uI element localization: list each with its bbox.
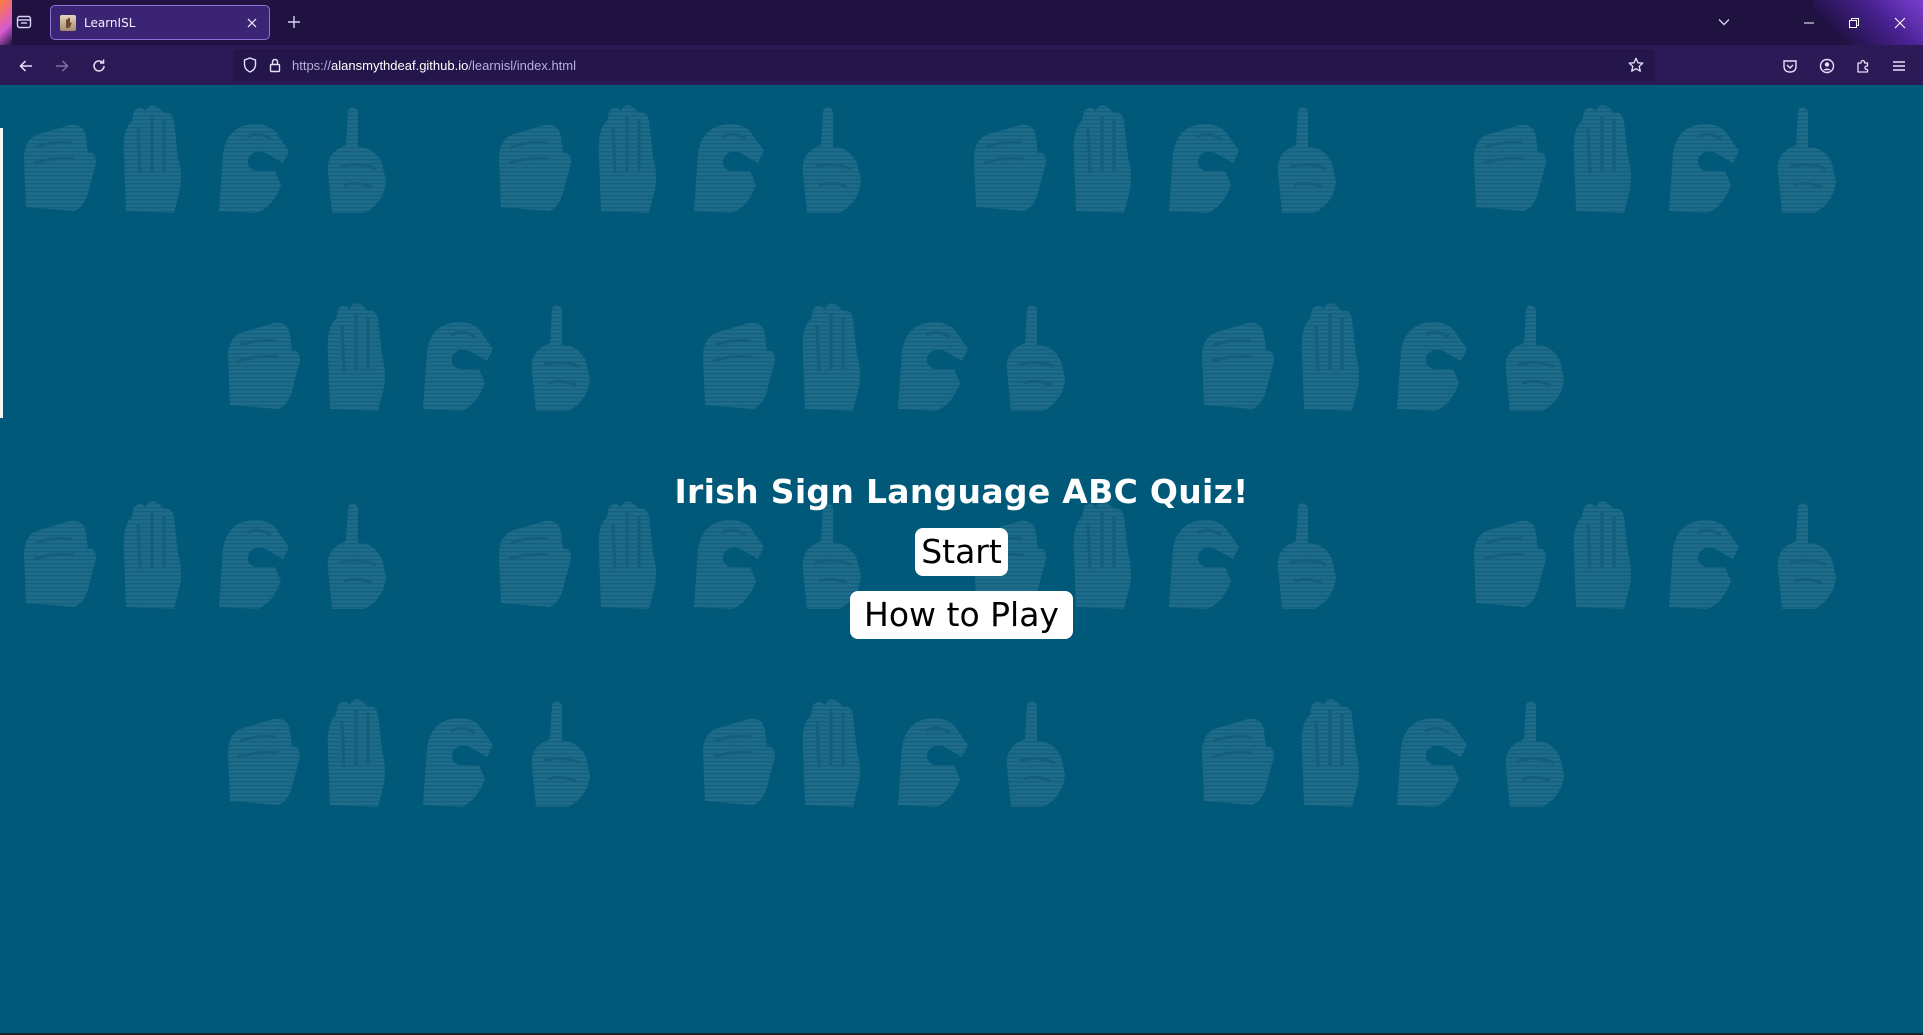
back-button[interactable] bbox=[12, 52, 40, 80]
pocket-icon bbox=[1783, 60, 1797, 73]
plus-icon bbox=[288, 16, 300, 28]
page-title: Irish Sign Language ABC Quiz! bbox=[674, 472, 1249, 511]
tab-strip: LearnISL bbox=[0, 0, 1923, 45]
list-all-tabs-button[interactable] bbox=[1712, 10, 1736, 34]
restore-icon bbox=[1849, 17, 1859, 28]
extensions-icon bbox=[1857, 59, 1869, 73]
bookmark-star-button[interactable] bbox=[1625, 54, 1647, 76]
arrow-right-icon bbox=[56, 60, 69, 72]
tab-learnisl[interactable]: LearnISL bbox=[50, 5, 270, 40]
shield-icon[interactable] bbox=[239, 54, 261, 76]
navigation-toolbar: https://alansmythdeaf.github.io/learnisl… bbox=[0, 45, 1923, 85]
arrow-left-icon bbox=[19, 60, 32, 72]
extensions-button[interactable] bbox=[1849, 52, 1877, 80]
menu-button[interactable] bbox=[1885, 52, 1913, 80]
star-icon bbox=[1628, 57, 1644, 72]
close-window-button[interactable] bbox=[1877, 0, 1923, 45]
url-text[interactable]: https://alansmythdeaf.github.io/learnisl… bbox=[292, 58, 576, 73]
browser-window: LearnISL https://alansmythdeaf.github.io… bbox=[0, 0, 1923, 1035]
url-host: alansmythdeaf.github.io bbox=[331, 57, 469, 73]
tab-title: LearnISL bbox=[84, 15, 136, 30]
lock-icon[interactable] bbox=[264, 54, 286, 76]
account-icon bbox=[1819, 58, 1835, 74]
close-icon bbox=[1894, 17, 1906, 28]
reload-button[interactable] bbox=[85, 52, 113, 80]
chevron-down-icon bbox=[1718, 19, 1730, 26]
address-bar[interactable]: https://alansmythdeaf.github.io/learnisl… bbox=[233, 49, 1655, 81]
close-icon[interactable] bbox=[241, 12, 263, 34]
reload-icon bbox=[93, 59, 105, 72]
firefox-view-icon bbox=[16, 15, 32, 29]
page-content: Irish Sign Language ABC Quiz! Start How … bbox=[0, 85, 1923, 1035]
url-path: /learnisl/index.html bbox=[468, 57, 576, 73]
pocket-button[interactable] bbox=[1776, 52, 1804, 80]
minimize-icon bbox=[1804, 22, 1814, 23]
minimize-button[interactable] bbox=[1786, 0, 1832, 45]
how-to-play-button[interactable]: How to Play bbox=[850, 591, 1073, 639]
quiz-menu: Irish Sign Language ABC Quiz! Start How … bbox=[0, 470, 1923, 639]
account-button[interactable] bbox=[1813, 52, 1841, 80]
window-left-border bbox=[0, 128, 3, 418]
hand-favicon bbox=[60, 14, 76, 31]
new-tab-button[interactable] bbox=[282, 10, 306, 34]
restore-button[interactable] bbox=[1831, 0, 1877, 45]
theme-accent-left bbox=[0, 0, 12, 45]
forward-button[interactable] bbox=[48, 52, 76, 80]
menu-icon bbox=[1893, 61, 1905, 71]
start-button[interactable]: Start bbox=[915, 528, 1008, 576]
url-scheme: https:// bbox=[292, 57, 332, 73]
firefox-view-button[interactable] bbox=[12, 10, 36, 34]
